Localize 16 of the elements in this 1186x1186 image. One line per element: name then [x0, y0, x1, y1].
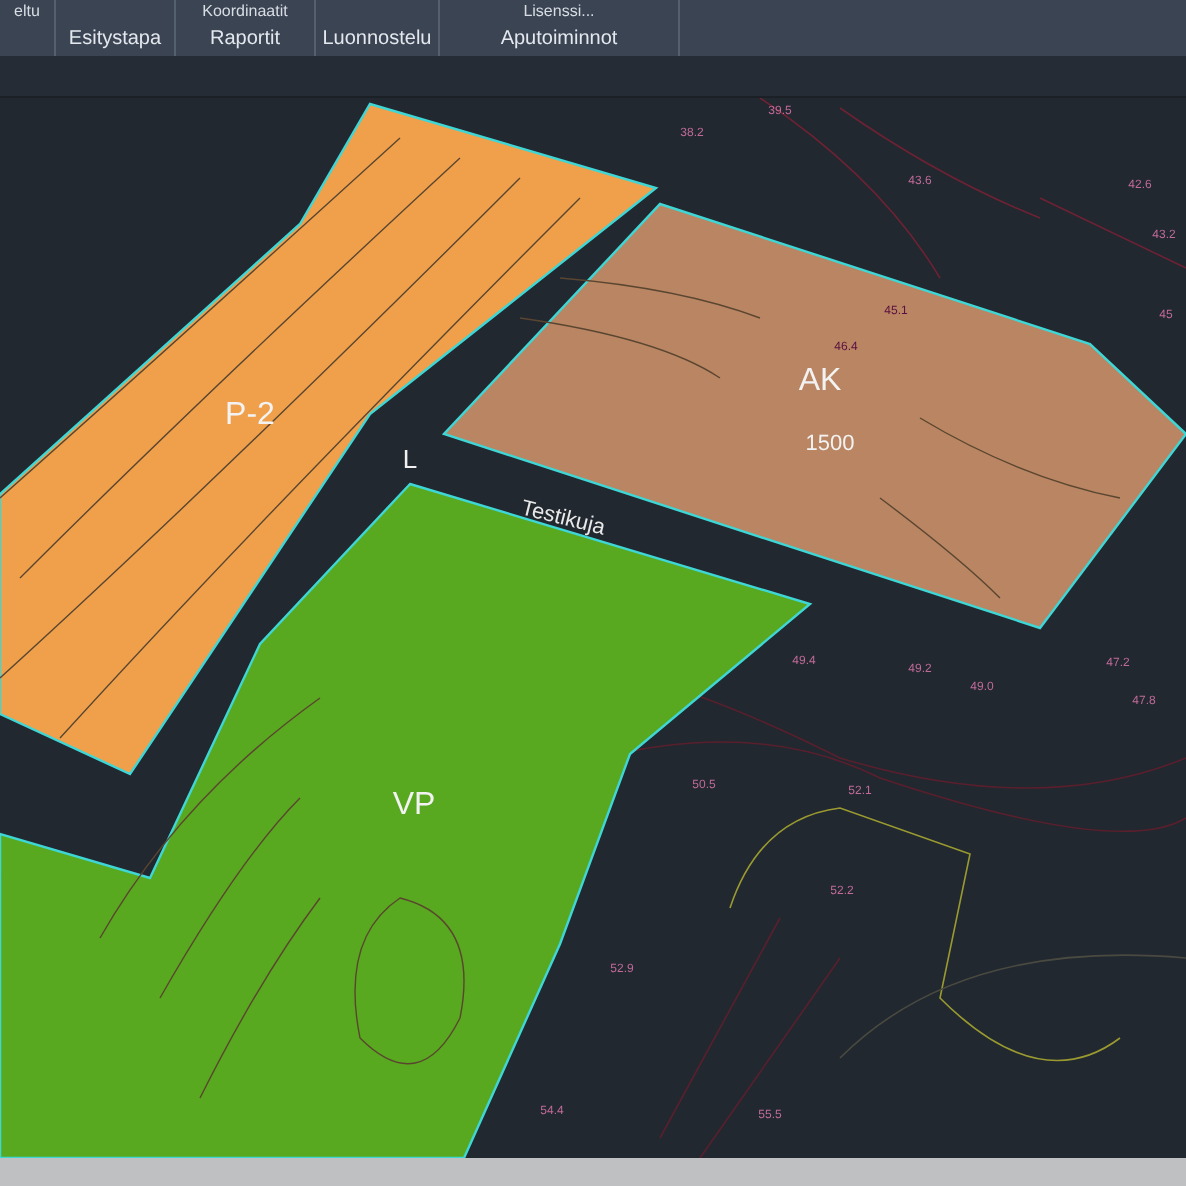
ribbon-command[interactable]: Koordinaatit [202, 2, 288, 20]
zone-label: AK [798, 364, 842, 398]
zone-label: P-2 [225, 398, 275, 432]
ribbon-group-label: Luonnostelu [322, 28, 432, 50]
block-marker: L [402, 444, 418, 474]
zoning-area[interactable] [0, 482, 813, 1158]
ribbon-group-label: Raportit [209, 28, 280, 50]
area-label: 1500 [805, 432, 855, 456]
street-name: Testikuja [518, 496, 608, 541]
ribbon-group-label: Esitystapa [68, 28, 162, 50]
ribbon-command[interactable]: eltu [14, 2, 40, 20]
ribbon-group-label: Aputoiminnot [500, 28, 618, 50]
zoning-area[interactable] [0, 102, 659, 776]
ribbon-command[interactable]: Lisenssi... [523, 2, 595, 20]
zone-label: VP [392, 788, 436, 822]
zoning-area[interactable] [441, 202, 1186, 630]
